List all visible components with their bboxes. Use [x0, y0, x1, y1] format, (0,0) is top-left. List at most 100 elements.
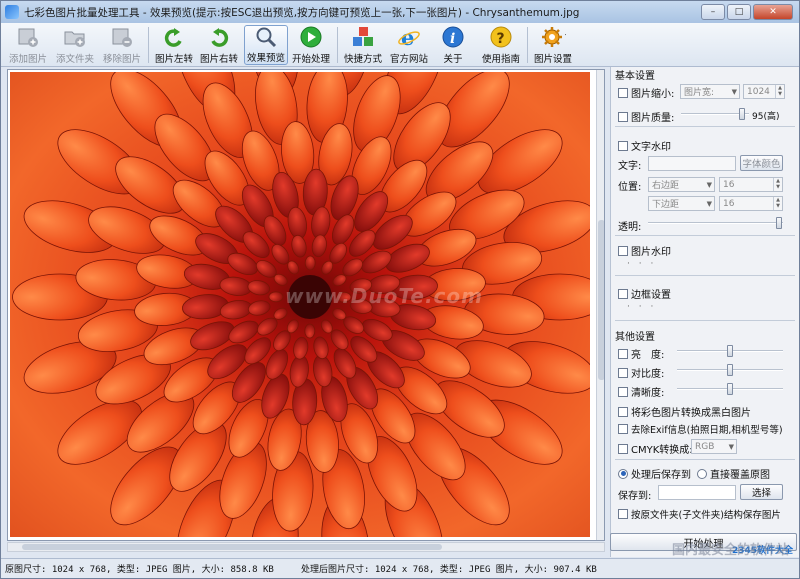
contrast-row: 对比度:	[618, 365, 664, 380]
divider	[615, 126, 795, 127]
save-to-radio[interactable]	[618, 468, 628, 479]
svg-text:i: i	[450, 31, 455, 47]
shortcut-button[interactable]: 快捷方式	[342, 25, 384, 65]
about-button[interactable]: i 关于	[435, 25, 471, 65]
svg-text:?: ?	[497, 31, 505, 47]
info-icon: i	[440, 25, 466, 49]
guide-button[interactable]: ? 使用指南	[479, 25, 523, 65]
resize-checkbox[interactable]	[618, 87, 628, 98]
add-image-label: 添加图片	[8, 54, 47, 65]
overwrite-radio-label: 直接覆盖原图	[710, 470, 770, 481]
output-options-row: 处理后保存到 直接覆盖原图	[618, 466, 770, 481]
font-color-button[interactable]: 字体颜色	[740, 155, 783, 171]
title-bar[interactable]: 七彩色图片批量处理工具 - 效果预览(提示:按ESC退出预览,按方向键可预览上一…	[1, 1, 799, 23]
settings-panel: 基本设置 图片缩小: 图片宽: ▼ 1024 ▲ ▼ 图片质量: 95(高) 文字水印…	[610, 67, 799, 557]
about-label: 关于	[443, 54, 463, 65]
opacity-label: 透明:	[618, 222, 642, 233]
black-white-row: 将彩色图片转换成黑白图片	[618, 404, 751, 419]
cmyk-target-select[interactable]: RGB ▼	[691, 439, 737, 454]
horizontal-scroll-thumb[interactable]	[22, 544, 442, 550]
vertical-margin-spinner[interactable]: 16 ▲ ▼	[719, 196, 783, 211]
rotate-left-label: 图片左转	[154, 54, 193, 65]
original-image-info: 原图尺寸: 1024 x 768, 类型: JPEG 图片, 大小: 858.8…	[5, 565, 274, 575]
start-process-button[interactable]: 开始处理	[290, 25, 332, 65]
minimize-button[interactable]: –	[701, 4, 725, 20]
play-icon	[298, 25, 324, 49]
sharpness-slider-knob[interactable]	[727, 383, 733, 395]
image-watermark-title: 图片水印	[631, 247, 671, 258]
image-watermark-row: 图片水印	[618, 243, 671, 258]
border-title: 边框设置	[631, 290, 671, 301]
horizontal-scrollbar[interactable]	[7, 542, 605, 552]
remove-image-button[interactable]: 移除图片	[101, 25, 143, 65]
horizontal-position-select[interactable]: 右边距 ▼	[648, 177, 715, 192]
divider	[615, 235, 795, 236]
sharpness-row: 清晰度:	[618, 384, 664, 399]
text-label: 文字:	[618, 161, 642, 172]
resize-width-spinner[interactable]: 1024 ▲ ▼	[743, 84, 785, 99]
preview-image: www.DuoTe.com	[10, 72, 590, 537]
horizontal-margin-value: 16	[723, 179, 735, 190]
cmyk-checkbox[interactable]	[618, 443, 628, 454]
close-button[interactable]: ✕	[753, 4, 793, 20]
preview-area[interactable]: www.DuoTe.com	[7, 69, 605, 541]
rotate-left-icon	[161, 25, 187, 49]
vertical-position-select[interactable]: 下边距 ▼	[648, 196, 715, 211]
remove-exif-checkbox[interactable]	[618, 424, 628, 434]
opacity-slider-knob[interactable]	[776, 217, 782, 229]
image-settings-button[interactable]: 图片设置	[531, 25, 575, 65]
image-watermark-dots: · · ·	[627, 259, 657, 269]
resize-label: 图片缩小:	[631, 89, 675, 100]
vertical-scroll-thumb[interactable]	[598, 220, 604, 380]
brightness-label: 亮 度:	[631, 350, 665, 361]
contrast-slider[interactable]	[677, 364, 783, 376]
sharpness-slider[interactable]	[677, 383, 783, 395]
shortcut-cubes-icon	[350, 25, 376, 49]
brightness-slider[interactable]	[677, 345, 783, 357]
sharpness-checkbox[interactable]	[618, 386, 628, 397]
keep-structure-checkbox[interactable]	[618, 509, 628, 519]
preview-button[interactable]: 效果预览	[244, 25, 288, 65]
processed-image-info: 处理后图片尺寸: 1024 x 768, 类型: JPEG 图片, 大小: 90…	[301, 565, 597, 575]
spinner-arrows-icon: ▲ ▼	[775, 85, 784, 98]
maximize-button[interactable]: □	[727, 4, 751, 20]
browse-button[interactable]: 选择	[740, 484, 783, 500]
watermark-text-input[interactable]	[648, 156, 736, 171]
toolbar-divider	[527, 27, 528, 63]
opacity-slider[interactable]	[648, 217, 783, 229]
flower-petal	[304, 255, 316, 271]
contrast-checkbox[interactable]	[618, 367, 628, 378]
website-button[interactable]: e 官方网站	[388, 25, 430, 65]
horizontal-margin-spinner[interactable]: 16 ▲ ▼	[719, 177, 783, 192]
save-path-input[interactable]	[658, 485, 736, 500]
resize-mode-select[interactable]: 图片宽: ▼	[680, 84, 740, 99]
add-folder-label: 添文件夹	[55, 54, 94, 65]
chevron-down-icon: ▼	[728, 443, 734, 451]
remove-image-label: 移除图片	[102, 54, 141, 65]
vertical-margin-value: 16	[723, 198, 735, 209]
text-watermark-checkbox[interactable]	[618, 140, 628, 151]
horizontal-position-value: 右边距	[652, 181, 680, 191]
overwrite-radio[interactable]	[697, 468, 707, 479]
border-row: 边框设置	[618, 286, 671, 301]
brightness-checkbox[interactable]	[618, 348, 628, 359]
quality-slider[interactable]	[681, 108, 749, 120]
contrast-slider-knob[interactable]	[727, 364, 733, 376]
rotate-left-button[interactable]: 图片左转	[153, 25, 195, 65]
flower-petal	[268, 291, 284, 303]
add-image-button[interactable]: 添加图片	[7, 25, 49, 65]
vertical-scrollbar[interactable]	[596, 70, 604, 540]
rotate-right-button[interactable]: 图片右转	[198, 25, 240, 65]
image-watermark-checkbox[interactable]	[618, 245, 628, 256]
quality-slider-knob[interactable]	[739, 108, 745, 120]
quality-checkbox[interactable]	[618, 111, 628, 122]
remove-image-icon	[109, 25, 135, 49]
black-white-checkbox[interactable]	[618, 406, 628, 417]
quality-label: 图片质量:	[631, 113, 675, 124]
divider	[615, 459, 795, 460]
brightness-slider-knob[interactable]	[727, 345, 733, 357]
black-white-label: 将彩色图片转换成黑白图片	[631, 408, 751, 419]
border-checkbox[interactable]	[618, 288, 628, 299]
add-folder-button[interactable]: 添文件夹	[54, 25, 96, 65]
brightness-row: 亮 度:	[618, 346, 664, 361]
